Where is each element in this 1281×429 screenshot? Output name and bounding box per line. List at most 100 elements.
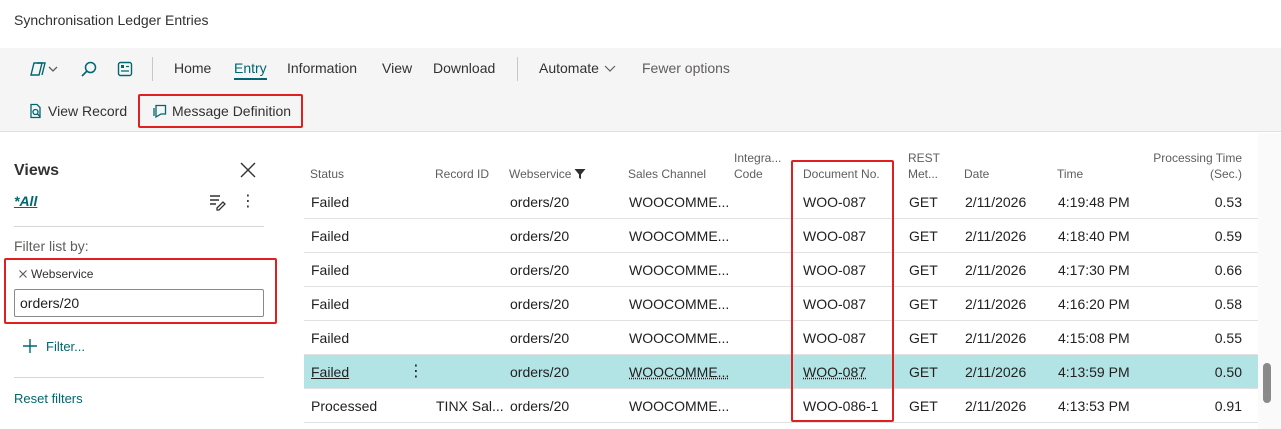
cell-status[interactable]: Failed — [311, 194, 349, 210]
view-record-icon — [30, 103, 41, 119]
column-header-integration-code[interactable]: Integra... Code — [734, 150, 781, 182]
cell-processing-time: 0.53 — [1214, 194, 1242, 210]
message-definition-label: Message Definition — [172, 103, 292, 119]
cell-sales-channel[interactable]: WOOCOMME... — [629, 262, 729, 278]
save-view-icon — [210, 195, 226, 211]
table-row[interactable]: Failed orders/20 WOOCOMME... WOO-087 GET 2/11… — [304, 253, 1258, 287]
nav-row: Home Entry Information View Download Aut… — [0, 48, 1281, 90]
cell-sales-channel[interactable]: WOOCOMME... — [629, 330, 729, 346]
tab-download[interactable]: Download — [433, 60, 495, 76]
edit-list-icon — [117, 61, 133, 77]
view-record-button[interactable]: View Record — [28, 99, 127, 123]
table-row[interactable]: Failed orders/20 WOOCOMME... WOO-087 GET 2/11… — [304, 355, 1258, 389]
column-header-rest-method[interactable]: REST Met... — [908, 150, 940, 182]
chevron-down-icon — [604, 65, 616, 72]
cell-status[interactable]: Failed — [311, 364, 349, 380]
cell-processing-time: 0.58 — [1214, 296, 1242, 312]
vertical-scrollbar[interactable] — [1258, 133, 1281, 429]
cell-rest-method: GET — [909, 296, 938, 312]
column-header-webservice[interactable]: Webservice — [509, 166, 586, 182]
cell-webservice: orders/20 — [510, 262, 570, 278]
fewer-options-button[interactable]: Fewer options — [642, 60, 730, 76]
cell-document-no[interactable]: WOO-086-1 — [803, 398, 878, 414]
table-row[interactable]: Processed TINX Sal... orders/20 WOOCOMME...… — [304, 389, 1258, 423]
cell-status[interactable]: Failed — [311, 296, 349, 312]
cell-document-no[interactable]: WOO-087 — [803, 262, 866, 278]
cell-time: 4:18:40 PM — [1058, 228, 1130, 244]
column-header-time[interactable]: Time — [1057, 166, 1083, 182]
cell-date: 2/11/2026 — [965, 228, 1027, 244]
cell-rest-method: GET — [909, 262, 938, 278]
save-view-button[interactable] — [208, 193, 226, 211]
search-icon — [81, 61, 97, 77]
copilot-menu-button[interactable] — [26, 57, 62, 81]
table-row[interactable]: Failed orders/20 WOOCOMME... WOO-087 GET 2/11… — [304, 321, 1258, 355]
cell-sales-channel[interactable]: WOOCOMME... — [629, 398, 729, 414]
remove-filter-icon[interactable] — [18, 269, 28, 279]
table-row[interactable]: Failed orders/20 WOOCOMME... WOO-087 GET 2/11… — [304, 287, 1258, 321]
cell-time: 4:16:20 PM — [1058, 296, 1130, 312]
cell-status[interactable]: Failed — [311, 330, 349, 346]
table-row[interactable]: Failed orders/20 WOOCOMME... WOO-087 GET 2/11… — [304, 219, 1258, 253]
cell-status[interactable]: Processed — [311, 398, 377, 414]
cell-document-no[interactable]: WOO-087 — [803, 364, 866, 380]
automate-menu[interactable]: Automate — [539, 60, 617, 76]
more-icon[interactable]: ⋮ — [240, 191, 256, 211]
column-header-processing-time[interactable]: Processing Time (Sec.) — [1124, 150, 1242, 182]
edit-list-button[interactable] — [114, 57, 136, 81]
cell-date: 2/11/2026 — [965, 330, 1027, 346]
cell-time: 4:13:59 PM — [1058, 364, 1130, 380]
cell-document-no[interactable]: WOO-087 — [803, 296, 866, 312]
column-header-integration-line1: Integra... — [734, 151, 782, 165]
cell-document-no[interactable]: WOO-087 — [803, 228, 866, 244]
cell-rest-method: GET — [909, 194, 938, 210]
cell-sales-channel[interactable]: WOOCOMME... — [629, 364, 729, 380]
reset-filters-link[interactable]: Reset filters — [14, 391, 83, 406]
message-definition-button[interactable]: Message Definition — [152, 99, 291, 123]
cell-rest-method: GET — [909, 228, 938, 244]
cell-document-no[interactable]: WOO-087 — [803, 330, 866, 346]
column-header-sales-channel[interactable]: Sales Channel — [628, 166, 706, 182]
cell-time: 4:19:48 PM — [1058, 194, 1130, 210]
cell-time: 4:15:08 PM — [1058, 330, 1130, 346]
cell-processing-time: 0.66 — [1214, 262, 1242, 278]
close-icon — [240, 162, 256, 178]
cell-document-no[interactable]: WOO-087 — [803, 194, 866, 210]
cell-sales-channel[interactable]: WOOCOMME... — [629, 228, 729, 244]
column-header-status[interactable]: Status — [310, 166, 344, 182]
cell-date: 2/11/2026 — [965, 364, 1027, 380]
filter-field-label: Webservice — [31, 267, 94, 281]
tab-home[interactable]: Home — [174, 60, 211, 76]
tab-information[interactable]: Information — [287, 60, 357, 76]
cell-date: 2/11/2026 — [965, 262, 1027, 278]
tab-view[interactable]: View — [382, 60, 412, 76]
column-header-date[interactable]: Date — [964, 166, 989, 182]
cell-webservice: orders/20 — [510, 194, 570, 210]
cell-processing-time: 0.55 — [1214, 330, 1242, 346]
cell-status[interactable]: Failed — [311, 262, 349, 278]
cell-sales-channel[interactable]: WOOCOMME... — [629, 194, 729, 210]
column-header-webservice-label: Webservice — [509, 167, 572, 181]
copilot-icon — [30, 62, 46, 76]
cell-webservice: orders/20 — [510, 330, 570, 346]
column-header-rest-line1: REST — [908, 151, 941, 165]
cell-status[interactable]: Failed — [311, 228, 349, 244]
cell-sales-channel[interactable]: WOOCOMME... — [629, 296, 729, 312]
add-filter-button[interactable]: Filter... — [22, 338, 85, 354]
cell-webservice: orders/20 — [510, 398, 570, 414]
page-title: Synchronisation Ledger Entries — [14, 12, 209, 28]
scrollbar-thumb[interactable] — [1263, 363, 1271, 403]
search-button[interactable] — [78, 57, 100, 81]
tab-entry[interactable]: Entry — [234, 60, 267, 80]
table-row[interactable]: Failed orders/20 WOOCOMME... WOO-087 GET 2/11… — [304, 185, 1258, 219]
close-filter-pane-button[interactable] — [238, 160, 258, 180]
row-more-icon[interactable]: ⋮ — [408, 361, 424, 381]
view-all-link[interactable]: *All — [14, 193, 37, 209]
command-row: View Record Message Definition — [0, 90, 1281, 132]
column-header-rest-line2: Met... — [908, 167, 939, 181]
webservice-filter-input[interactable] — [14, 289, 264, 317]
column-header-document-no[interactable]: Document No. — [803, 166, 880, 182]
filter-field-chip[interactable]: Webservice — [18, 267, 93, 281]
column-header-integration-line2: Code — [734, 167, 763, 181]
column-header-record-id[interactable]: Record ID — [435, 166, 489, 182]
